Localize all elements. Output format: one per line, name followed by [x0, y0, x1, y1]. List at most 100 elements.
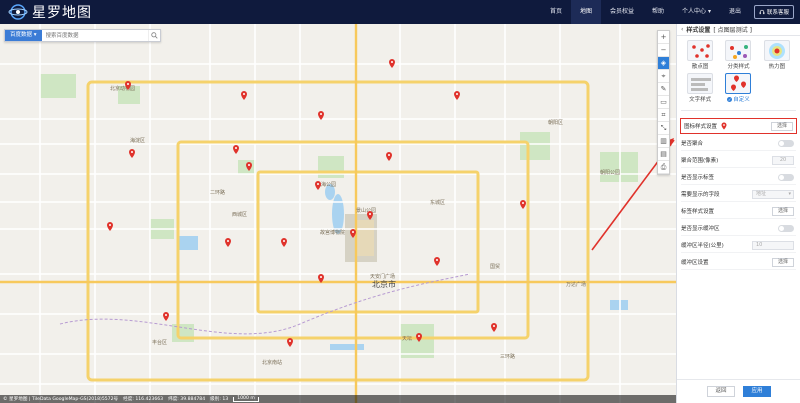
layers-icon[interactable]: ◈ [658, 57, 669, 70]
table-icon[interactable]: ▤ [658, 148, 669, 161]
data-source-label: 百度数据 ▾ [10, 32, 37, 38]
buffer-setting-choose-button[interactable]: 选择 [772, 258, 794, 267]
map-label-chaoyang: 朝阳区 [548, 119, 563, 126]
map-pin-dot [227, 240, 229, 242]
map-pin-dot [493, 325, 495, 327]
zoom-level-readout: 级别: 13 [210, 397, 229, 402]
map-canvas[interactable]: 北京动物园 故宫博物院 天安门广场 天坛 景山公园 朝阳公园 国贸 万达广场 北… [0, 24, 676, 403]
star-logo-icon [8, 4, 28, 20]
map-label-dongcheng: 东城区 [430, 199, 445, 206]
style-heatmap-label: 热力图 [768, 64, 786, 70]
chevron-left-icon[interactable]: ‹ [681, 26, 683, 33]
print-icon[interactable]: ⎙ [658, 161, 669, 174]
panel-header: ‹ 样式设置 [ 点图层测试 ] [677, 24, 800, 36]
map-label-wanda: 万达广场 [566, 281, 586, 288]
map-basemap: 北京动物园 故宫博物院 天安门广场 天坛 景山公园 朝阳公园 国贸 万达广场 北… [0, 24, 676, 403]
style-text[interactable]: 文字样式 [681, 73, 719, 103]
icon-style-choose-button[interactable]: 选择 [771, 122, 793, 131]
prop-cluster-range: 聚合范围(像素) 20 [681, 153, 796, 168]
map-pin-dot [388, 154, 390, 156]
style-category[interactable]: 分类样式 [719, 40, 757, 70]
nav-map[interactable]: 地图 [571, 0, 602, 24]
show-buffer-toggle[interactable] [778, 225, 794, 232]
prop-label: 标签样式设置 [681, 209, 715, 215]
apply-button[interactable]: 应用 [743, 386, 771, 397]
category-thumbnail [725, 40, 752, 61]
longitude-readout: 经度: 116.423663 [123, 397, 164, 402]
style-category-label: 分类样式 [727, 64, 750, 70]
show-label-toggle[interactable] [778, 174, 794, 181]
icon-style-row: 图标样式设置 选择 [680, 118, 797, 134]
search-button[interactable] [147, 30, 160, 41]
panel-subtitle: [ 点图层测试 ] [713, 27, 752, 34]
buffer-radius-field[interactable]: 10 [752, 241, 794, 250]
style-settings-panel: ‹ 样式设置 [ 点图层测试 ] 散点图 分类样式 热力图 文字样式 ✓ 自定义… [676, 24, 800, 403]
draw-icon[interactable]: ✎ [658, 83, 669, 96]
headset-icon [759, 9, 765, 15]
style-scatter-label: 散点图 [691, 64, 709, 70]
check-icon: ✓ [727, 96, 733, 102]
contact-support-label: 联系客服 [766, 10, 789, 16]
prop-label: 是否聚合 [681, 141, 704, 147]
panel-footer: 返回 应用 [677, 379, 800, 403]
latitude-readout: 纬度: 39.884784 [168, 397, 206, 402]
ruler-icon[interactable]: ▭ [658, 96, 669, 109]
contact-support-button[interactable]: 联系客服 [753, 5, 794, 19]
heatmap-thumbnail [763, 40, 790, 61]
text-style-thumbnail [687, 73, 714, 94]
style-custom[interactable]: ✓ 自定义 [719, 73, 757, 103]
label-style-choose-button[interactable]: 选择 [772, 207, 794, 216]
back-button[interactable]: 返回 [707, 386, 735, 397]
style-custom-label-row: ✓ 自定义 [727, 95, 750, 103]
search-input[interactable] [41, 30, 148, 41]
map-label-xicheng: 西城区 [232, 211, 247, 218]
prop-label: 需要显示的字段 [681, 192, 720, 198]
prop-label: 缓冲区设置 [681, 260, 709, 266]
map-pin-dot [418, 335, 420, 337]
map-pin-dot [109, 224, 111, 226]
map-pin-dot [320, 276, 322, 278]
cluster-toggle[interactable] [778, 140, 794, 147]
nav-logout[interactable]: 退出 [720, 0, 750, 24]
zoom-in-icon[interactable]: + [658, 31, 669, 44]
style-heatmap[interactable]: 热力图 [758, 40, 796, 70]
nav-membership[interactable]: 会员权益 [601, 0, 643, 24]
map-pin-dot [235, 147, 237, 149]
location-icon[interactable]: ⌖ [658, 70, 669, 83]
scatter-thumbnail [687, 40, 714, 61]
logo[interactable]: 星罗地图 [8, 2, 92, 22]
label-field-select[interactable]: 地址 [752, 190, 794, 199]
style-type-grid: 散点图 分类样式 热力图 文字样式 ✓ 自定义 [677, 36, 800, 103]
prop-cluster: 是否聚合 [681, 136, 796, 151]
map-label-chaoyang-park: 朝阳公园 [600, 169, 620, 176]
style-scatter[interactable]: 散点图 [681, 40, 719, 70]
prop-label: 缓冲区半径(公里) [681, 243, 724, 249]
map-label-fengtai: 丰台区 [152, 339, 167, 346]
scale-bar: 1000 m [233, 396, 259, 402]
custom-thumbnail [725, 73, 752, 94]
map-pin-icon [721, 122, 727, 130]
main-nav: 首页 地图 会员权益 帮助 个人中心 ▾ 退出 联系客服 [541, 0, 800, 24]
data-source-dropdown[interactable]: 百度数据 ▾ [5, 30, 42, 41]
chart-icon[interactable]: ▥ [658, 135, 669, 148]
map-attribution: © 星罗地图 | TileData GoogleMap-GS(2018)5572… [3, 397, 119, 402]
icon-style-label: 图标样式设置 [684, 124, 718, 130]
nav-help[interactable]: 帮助 [643, 0, 673, 24]
map-label-tiananmen: 天安门广场 [370, 273, 395, 280]
prop-label: 是否显示缓冲区 [681, 226, 720, 232]
map-pin-dot [165, 314, 167, 316]
map-toolbar: + − ◈ ⌖ ✎ ▭ ⌗ ⤡ ▥ ▤ ⎙ [657, 30, 670, 175]
map-pin-dot [522, 202, 524, 204]
measure-icon[interactable]: ⤡ [658, 122, 669, 135]
style-text-label: 文字样式 [689, 97, 712, 103]
map-label-tiantan: 天坛 [402, 335, 412, 342]
nav-user-center[interactable]: 个人中心 ▾ [673, 0, 720, 24]
nav-home[interactable]: 首页 [541, 0, 571, 24]
cluster-range-field[interactable]: 20 [772, 156, 794, 165]
crop-icon[interactable]: ⌗ [658, 109, 669, 122]
map-pin-dot [243, 93, 245, 95]
style-custom-label: 自定义 [733, 97, 750, 103]
zoom-out-icon[interactable]: − [658, 44, 669, 57]
map-pin-dot [436, 259, 438, 261]
prop-label-style: 标签样式设置 选择 [681, 204, 796, 219]
